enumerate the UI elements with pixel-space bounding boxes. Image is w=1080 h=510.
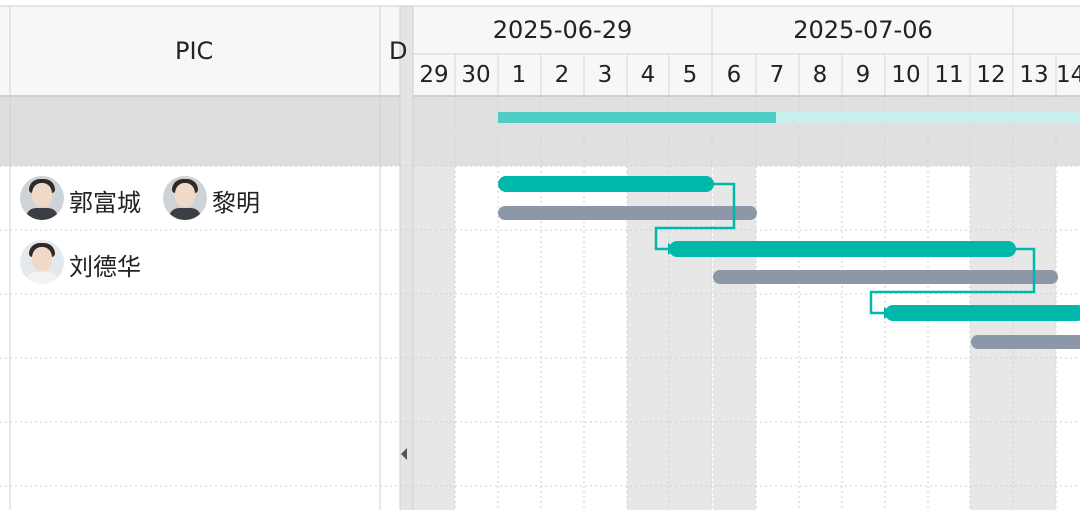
day-header: 2	[554, 62, 570, 88]
week-header: 2025-06-29	[492, 16, 633, 44]
day-header: 10	[891, 62, 921, 88]
day-header: 3	[597, 62, 613, 88]
day-header: 29	[419, 62, 449, 88]
day-header: 13	[1019, 62, 1049, 88]
day-header: 11	[934, 62, 964, 88]
week-header: 2025-07-06	[793, 16, 933, 44]
column-header-truncated[interactable]: D	[389, 37, 407, 65]
avatar	[20, 176, 64, 220]
task-2-actual-bar[interactable]	[669, 241, 1016, 257]
pic-name: 郭富城	[69, 189, 141, 217]
task-3-planned-bar	[971, 335, 1080, 349]
task-2-planned-bar	[713, 270, 1058, 284]
day-header: 12	[976, 62, 1006, 88]
day-header: 9	[855, 62, 871, 88]
summary-bar-progress[interactable]	[498, 112, 776, 123]
day-header: 30	[461, 62, 491, 88]
column-header-pic[interactable]: PIC	[175, 37, 213, 65]
avatar	[163, 176, 207, 220]
pic-name: 黎明	[212, 189, 260, 217]
day-header: 6	[726, 62, 742, 88]
task-3-actual-bar[interactable]	[885, 305, 1080, 321]
avatar	[20, 240, 64, 284]
day-header: 5	[682, 62, 698, 88]
task-1-planned-bar	[498, 206, 757, 220]
day-header: 14	[1056, 62, 1080, 88]
task-1-actual-bar[interactable]	[498, 176, 714, 192]
pic-name: 刘德华	[69, 253, 141, 281]
day-header: 7	[769, 62, 785, 88]
day-header: 4	[640, 62, 656, 88]
day-header: 8	[812, 62, 828, 88]
day-header: 1	[511, 62, 527, 88]
collapse-panel-arrow-icon[interactable]	[401, 448, 407, 460]
